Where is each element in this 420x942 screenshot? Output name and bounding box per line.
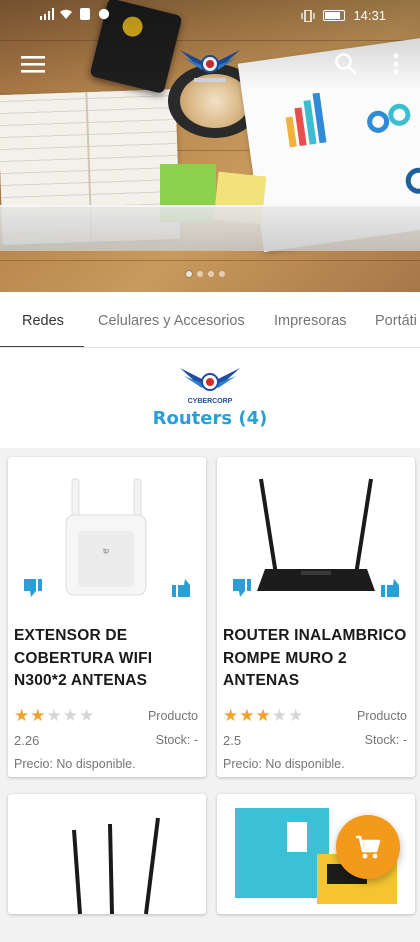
star-icon: ★ <box>223 706 239 725</box>
product-card[interactable]: tp EXTENSOR DE COBERTURA WIFI N300*2 ANT… <box>8 457 206 777</box>
star-icon: ★ <box>62 706 78 725</box>
battery-icon <box>323 10 346 21</box>
stock-label: Stock: - <box>155 733 198 747</box>
product-name: EXTENSOR DE COBERTURA WIFI N300*2 ANTENA… <box>14 627 153 689</box>
star-icon: ★ <box>46 706 62 725</box>
thumbs-down-icon[interactable] <box>22 577 44 599</box>
category-tabs: Redes Celulares y Accesorios Impresoras … <box>0 292 420 348</box>
carousel-dot[interactable] <box>197 271 203 277</box>
whatsapp-icon <box>98 8 110 20</box>
tab-redes[interactable]: Redes <box>22 292 64 347</box>
hamburger-menu-icon <box>21 56 45 73</box>
star-icon: ★ <box>239 706 255 725</box>
star-icon: ★ <box>255 706 271 725</box>
wifi-icon <box>60 9 72 19</box>
product-card[interactable]: ROUTER INALAMBRICO ROMPE MURO 2 ANTENAS … <box>217 457 415 777</box>
star-icon: ★ <box>79 706 95 725</box>
carousel-dot[interactable] <box>208 271 214 277</box>
price-label: Precio: No disponible. <box>223 757 345 771</box>
search-button[interactable] <box>330 48 362 80</box>
hero-monitor <box>0 205 420 251</box>
product-image-router-3-antennas <box>72 817 160 915</box>
carousel-dot[interactable] <box>186 271 192 277</box>
status-time: 14:31 <box>353 8 386 23</box>
hero-ring <box>404 166 420 196</box>
star-icon: ★ <box>14 706 30 725</box>
rating-value: 2.5 <box>223 733 242 748</box>
svg-text:tp: tp <box>103 548 109 555</box>
tab-impresoras[interactable]: Impresoras <box>274 292 347 347</box>
cybercorp-logo: CYBERCORP <box>180 368 240 405</box>
category-title: Routers (4) <box>152 408 268 429</box>
rating-stars: ★ ★ ★ ★ ★ <box>223 707 303 724</box>
rating-value: 2.26 <box>14 733 40 748</box>
tab-portatiles[interactable]: Portáti <box>375 292 417 347</box>
brand-header: CYBERCORP Routers (4) <box>0 348 420 448</box>
thumbs-up-icon[interactable] <box>379 577 401 599</box>
logo-text: CYBERCORP <box>188 398 233 405</box>
hero-bar <box>285 116 297 148</box>
cart-fab-button[interactable] <box>336 815 400 879</box>
signal-icon <box>40 8 54 20</box>
hero-ring <box>365 109 391 135</box>
carousel-dot[interactable] <box>219 271 225 277</box>
product-type: Producto <box>147 709 198 723</box>
price-label: Precio: No disponible. <box>14 757 136 771</box>
stock-label: Stock: - <box>364 733 407 747</box>
hero-banner[interactable] <box>0 0 420 292</box>
product-card[interactable] <box>8 794 206 915</box>
menu-button[interactable] <box>17 48 49 80</box>
status-bar: 14:31 <box>0 0 420 30</box>
thumbs-up-icon[interactable] <box>170 577 192 599</box>
search-icon <box>335 53 357 75</box>
wood-grain <box>0 260 420 261</box>
shopping-cart-icon <box>356 835 381 859</box>
vibrate-icon <box>301 9 316 22</box>
overflow-menu-icon <box>393 53 399 75</box>
overflow-menu-button[interactable] <box>380 48 412 80</box>
star-icon: ★ <box>271 706 287 725</box>
star-icon: ★ <box>288 706 304 725</box>
carousel-indicator <box>186 271 225 277</box>
thumbs-down-icon[interactable] <box>231 577 253 599</box>
rating-stars: ★ ★ ★ ★ ★ <box>14 707 94 724</box>
star-icon: ★ <box>30 706 46 725</box>
sim-icon <box>80 8 90 20</box>
tab-celulares[interactable]: Celulares y Accesorios <box>98 292 245 347</box>
hero-ring <box>386 102 412 128</box>
product-name: ROUTER INALAMBRICO ROMPE MURO 2 ANTENAS <box>223 627 407 689</box>
product-type: Producto <box>356 709 407 723</box>
